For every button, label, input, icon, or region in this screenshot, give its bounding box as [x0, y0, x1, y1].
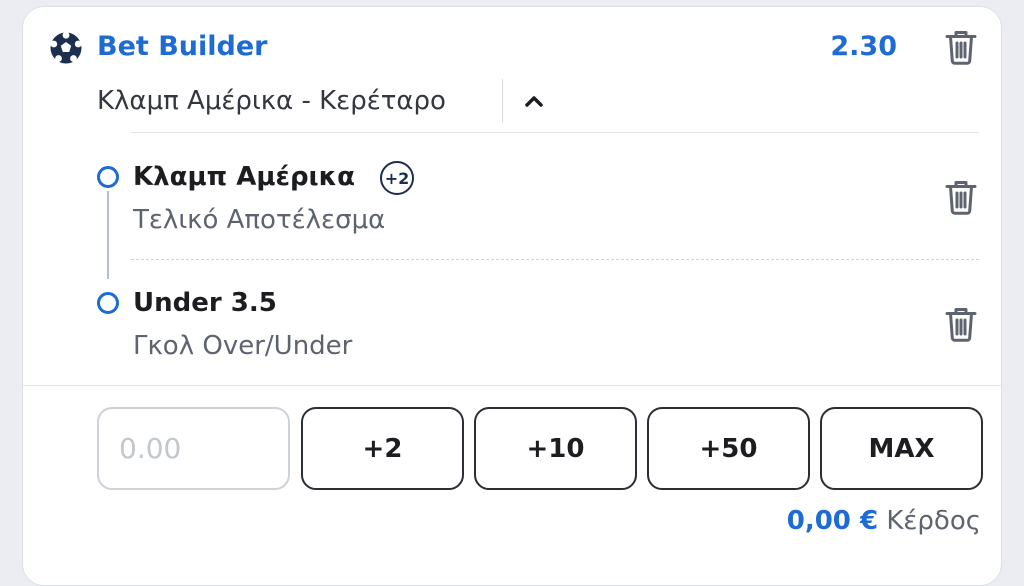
leg-marker [97, 292, 119, 314]
profit-amount: 0,00 € [786, 506, 879, 536]
match-name: Κλαμπ Αμέρικα - Κερέταρο [97, 86, 446, 116]
delete-leg-button[interactable] [945, 306, 977, 342]
potential-profit: 0,00 € Κέρδος [787, 504, 981, 538]
delete-bet-button[interactable] [945, 29, 977, 65]
leg-selection: Κλαμπ Αμέρικα [133, 162, 356, 192]
leg-selection: Under 3.5 [133, 288, 277, 318]
divider [131, 132, 979, 133]
leg-market: Γκολ Over/Under [133, 331, 353, 361]
leg-divider [131, 259, 979, 260]
trash-icon [945, 308, 977, 342]
soccer-ball-icon [50, 31, 82, 64]
delete-leg-button[interactable] [945, 179, 977, 215]
trash-icon [945, 31, 977, 65]
profit-label: Κέρδος [886, 506, 981, 536]
quick-stake-plus-50-button[interactable]: +50 [647, 407, 810, 490]
quick-stake-plus-10-button[interactable]: +10 [474, 407, 637, 490]
leg-market: Τελικό Αποτέλεσμα [133, 205, 386, 235]
bet-builder-title: Bet Builder [97, 31, 268, 62]
trash-icon [945, 181, 977, 215]
quick-stake-max-button[interactable]: MAX [820, 407, 983, 490]
stake-input[interactable] [97, 407, 290, 490]
bet-builder-card: Bet Builder 2.30 Κλαμπ Αμέρικα - Κερέταρ… [22, 6, 1002, 586]
more-selections-badge: +2 [380, 161, 414, 195]
chevron-up-icon [525, 96, 543, 107]
legs-connector-line [107, 191, 109, 279]
leg-marker [97, 166, 119, 188]
quick-stake-plus-2-button[interactable]: +2 [301, 407, 464, 490]
section-divider [23, 385, 1001, 386]
collapse-toggle-button[interactable] [517, 85, 551, 119]
total-odds: 2.30 [830, 31, 897, 62]
match-divider [502, 79, 503, 123]
